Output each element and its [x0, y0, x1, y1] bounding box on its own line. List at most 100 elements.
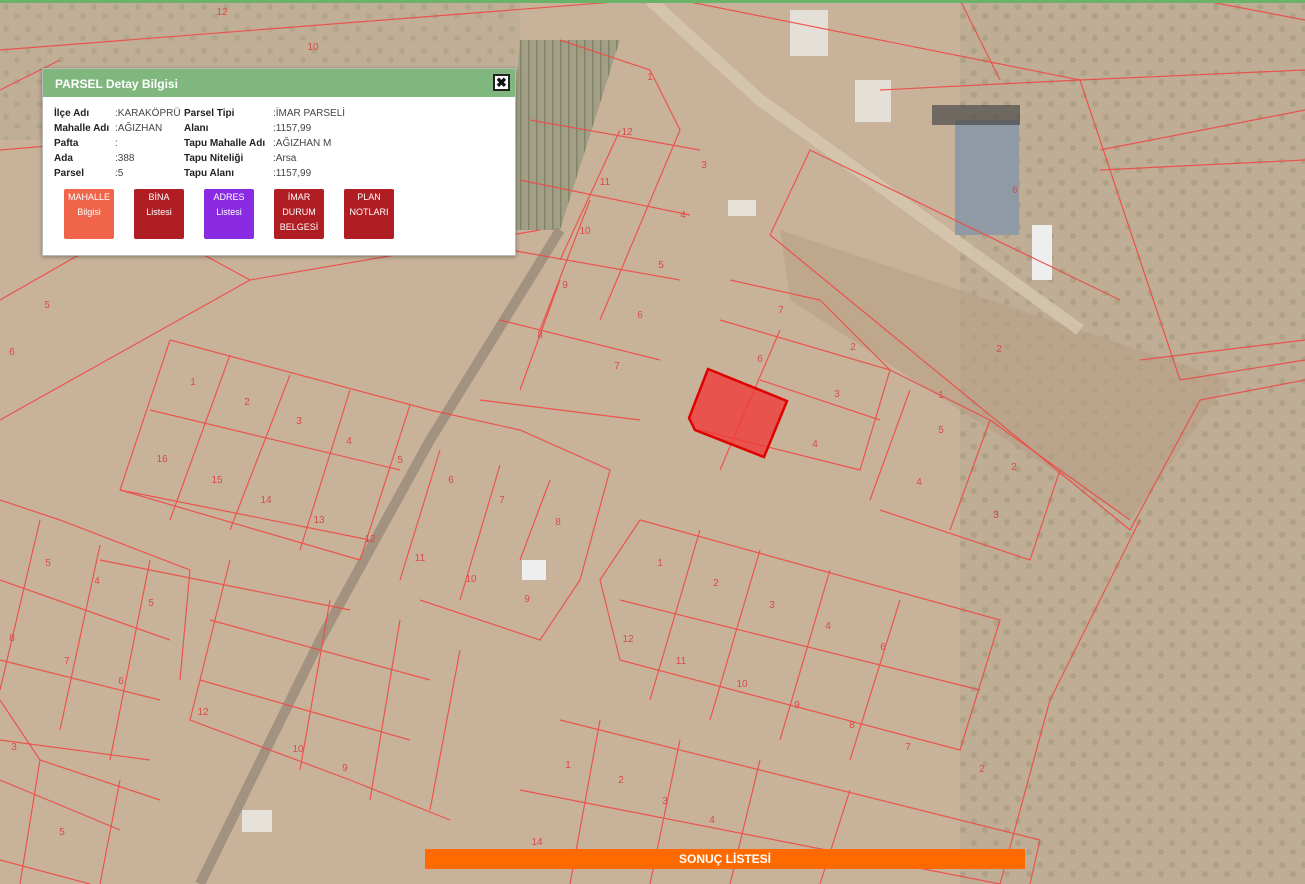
parcel-number: 5 [148, 598, 154, 609]
parcel-number: 3 [993, 510, 999, 521]
field-label: Tapu Mahalle Adı [184, 138, 266, 149]
plan-notes-button[interactable]: PLAN NOTLARI [344, 189, 394, 239]
mahalle-info-button[interactable]: MAHALLE Bilgisi [64, 189, 114, 239]
parcel-number: 9 [524, 594, 530, 605]
building [522, 560, 546, 580]
parcel-number: 1 [647, 72, 653, 83]
building [728, 200, 756, 216]
field-label: Tapu Niteliği [184, 153, 244, 164]
info-row: Parsel Tipi:İMAR PARSELİ [184, 106, 404, 121]
building [242, 810, 272, 832]
parcel-number: 6 [9, 347, 15, 358]
parcel-number: 14 [531, 837, 543, 848]
parcel-number: 1 [565, 760, 571, 771]
address-list-button[interactable]: ADRES Listesi [204, 189, 254, 239]
field-value: :AĞIZHAN M [273, 138, 332, 149]
parcel-number: 15 [211, 475, 223, 486]
info-row: Tapu Mahalle Adı :AĞIZHAN M [184, 136, 404, 151]
building [855, 80, 891, 122]
parcel-number: 4 [94, 576, 100, 587]
info-row: Ada:388 [54, 151, 184, 166]
button-label: PLAN NOTLARI [349, 192, 389, 217]
parcel-number: 1 [190, 377, 196, 388]
parcel-number: 2 [996, 344, 1002, 355]
info-row: Alanı :1157,99 [184, 121, 404, 136]
parcel-number: 4 [709, 815, 715, 826]
info-row: Tapu Alanı:1157,99 [184, 166, 404, 181]
parcel-number: 7 [778, 305, 784, 316]
parcel-number: 4 [346, 436, 352, 447]
building-list-button[interactable]: BİNA Listesi [134, 189, 184, 239]
parcel-number: 2 [244, 397, 250, 408]
parcel-number: 6 [637, 310, 643, 321]
field-value: :5 [115, 168, 124, 179]
parcel-number: 5 [938, 425, 944, 436]
field-value: :Arsa [273, 153, 297, 164]
parcel-number: 3 [834, 389, 840, 400]
parcel-number: 11 [600, 177, 611, 188]
field-value: :1157,99 [273, 123, 312, 134]
parcel-number: 3 [701, 160, 707, 171]
parcel-number: 4 [680, 210, 686, 221]
zoning-status-button[interactable]: İMAR DURUM BELGESİ [274, 189, 324, 239]
button-label: BİNA Listesi [146, 192, 172, 217]
parcel-number: 13 [313, 515, 325, 526]
parcel-number: 5 [45, 558, 51, 569]
field-value: :1157,99 [273, 168, 312, 179]
field-value: : [115, 138, 118, 149]
top-accent-line [0, 0, 1305, 3]
building [1032, 225, 1052, 280]
parcel-number: 3 [296, 416, 302, 427]
parcel-number: 10 [292, 744, 304, 755]
parcel-number: 3 [769, 600, 775, 611]
parcel-number: 6 [448, 475, 454, 486]
field-label: Parsel [54, 168, 85, 179]
parcel-number: 10 [465, 574, 477, 585]
parcel-number: 12 [197, 707, 209, 718]
parcel-number: 1 [657, 558, 663, 569]
building [955, 120, 1019, 235]
parcel-number: 16 [156, 454, 168, 465]
field-label: Pafta [54, 138, 79, 149]
parcel-number: 6 [880, 642, 886, 653]
parcel-number: 12 [216, 7, 228, 18]
info-row: Mahalle Adı:AĞIZHAN [54, 121, 184, 136]
parcel-number: 4 [916, 477, 922, 488]
parcel-number: 3 [662, 796, 668, 807]
parcel-number: 11 [415, 553, 426, 564]
parcel-number: 6 [757, 354, 763, 365]
parcel-number: 8 [849, 720, 855, 731]
button-label: ADRES Listesi [213, 192, 245, 217]
parcel-info-right: Parsel Tipi:İMAR PARSELİ Alanı :1157,99 T… [184, 106, 404, 181]
parcel-number: 4 [825, 621, 831, 632]
parcel-number: 7 [499, 495, 505, 506]
parcel-info-left: İlçe Adı:KARAKÖPRÜ Mahalle Adı:AĞIZHAN P… [54, 106, 184, 181]
parcel-number: 14 [260, 495, 272, 506]
field-value: :İMAR PARSELİ [273, 108, 346, 119]
parcel-number: 8 [537, 330, 543, 341]
result-list-label: SONUÇ LİSTESİ [678, 852, 771, 866]
parcel-number: 12 [364, 534, 376, 545]
parcel-detail-popup: PARSEL Detay Bilgisi ✖ İlçe Adı:KARAKÖPR… [42, 68, 516, 256]
building [790, 10, 828, 56]
parcel-number: 12 [621, 127, 633, 138]
field-label: İlçe Adı [54, 108, 90, 119]
field-label: Ada [54, 153, 73, 164]
parcel-number: 7 [905, 742, 911, 753]
field-label: Alanı [184, 123, 209, 134]
parcel-number: 4 [812, 439, 818, 450]
building [932, 105, 1020, 125]
info-row: Parsel :5 [54, 166, 184, 181]
parcel-number: 11 [676, 656, 687, 667]
parcel-number: 2 [618, 775, 624, 786]
parcel-number: 2 [1011, 462, 1017, 473]
parcel-number: 9 [342, 763, 348, 774]
popup-header: PARSEL Detay Bilgisi ✖ [43, 69, 515, 97]
result-list-button[interactable]: SONUÇ LİSTESİ [425, 849, 1025, 869]
parcel-number: 2 [713, 578, 719, 589]
parcel-number: 2 [850, 342, 856, 353]
button-label: MAHALLE Bilgisi [67, 192, 111, 217]
parcel-number: 5 [658, 260, 664, 271]
field-label: Mahalle Adı [54, 123, 110, 134]
close-button[interactable]: ✖ [493, 74, 510, 91]
